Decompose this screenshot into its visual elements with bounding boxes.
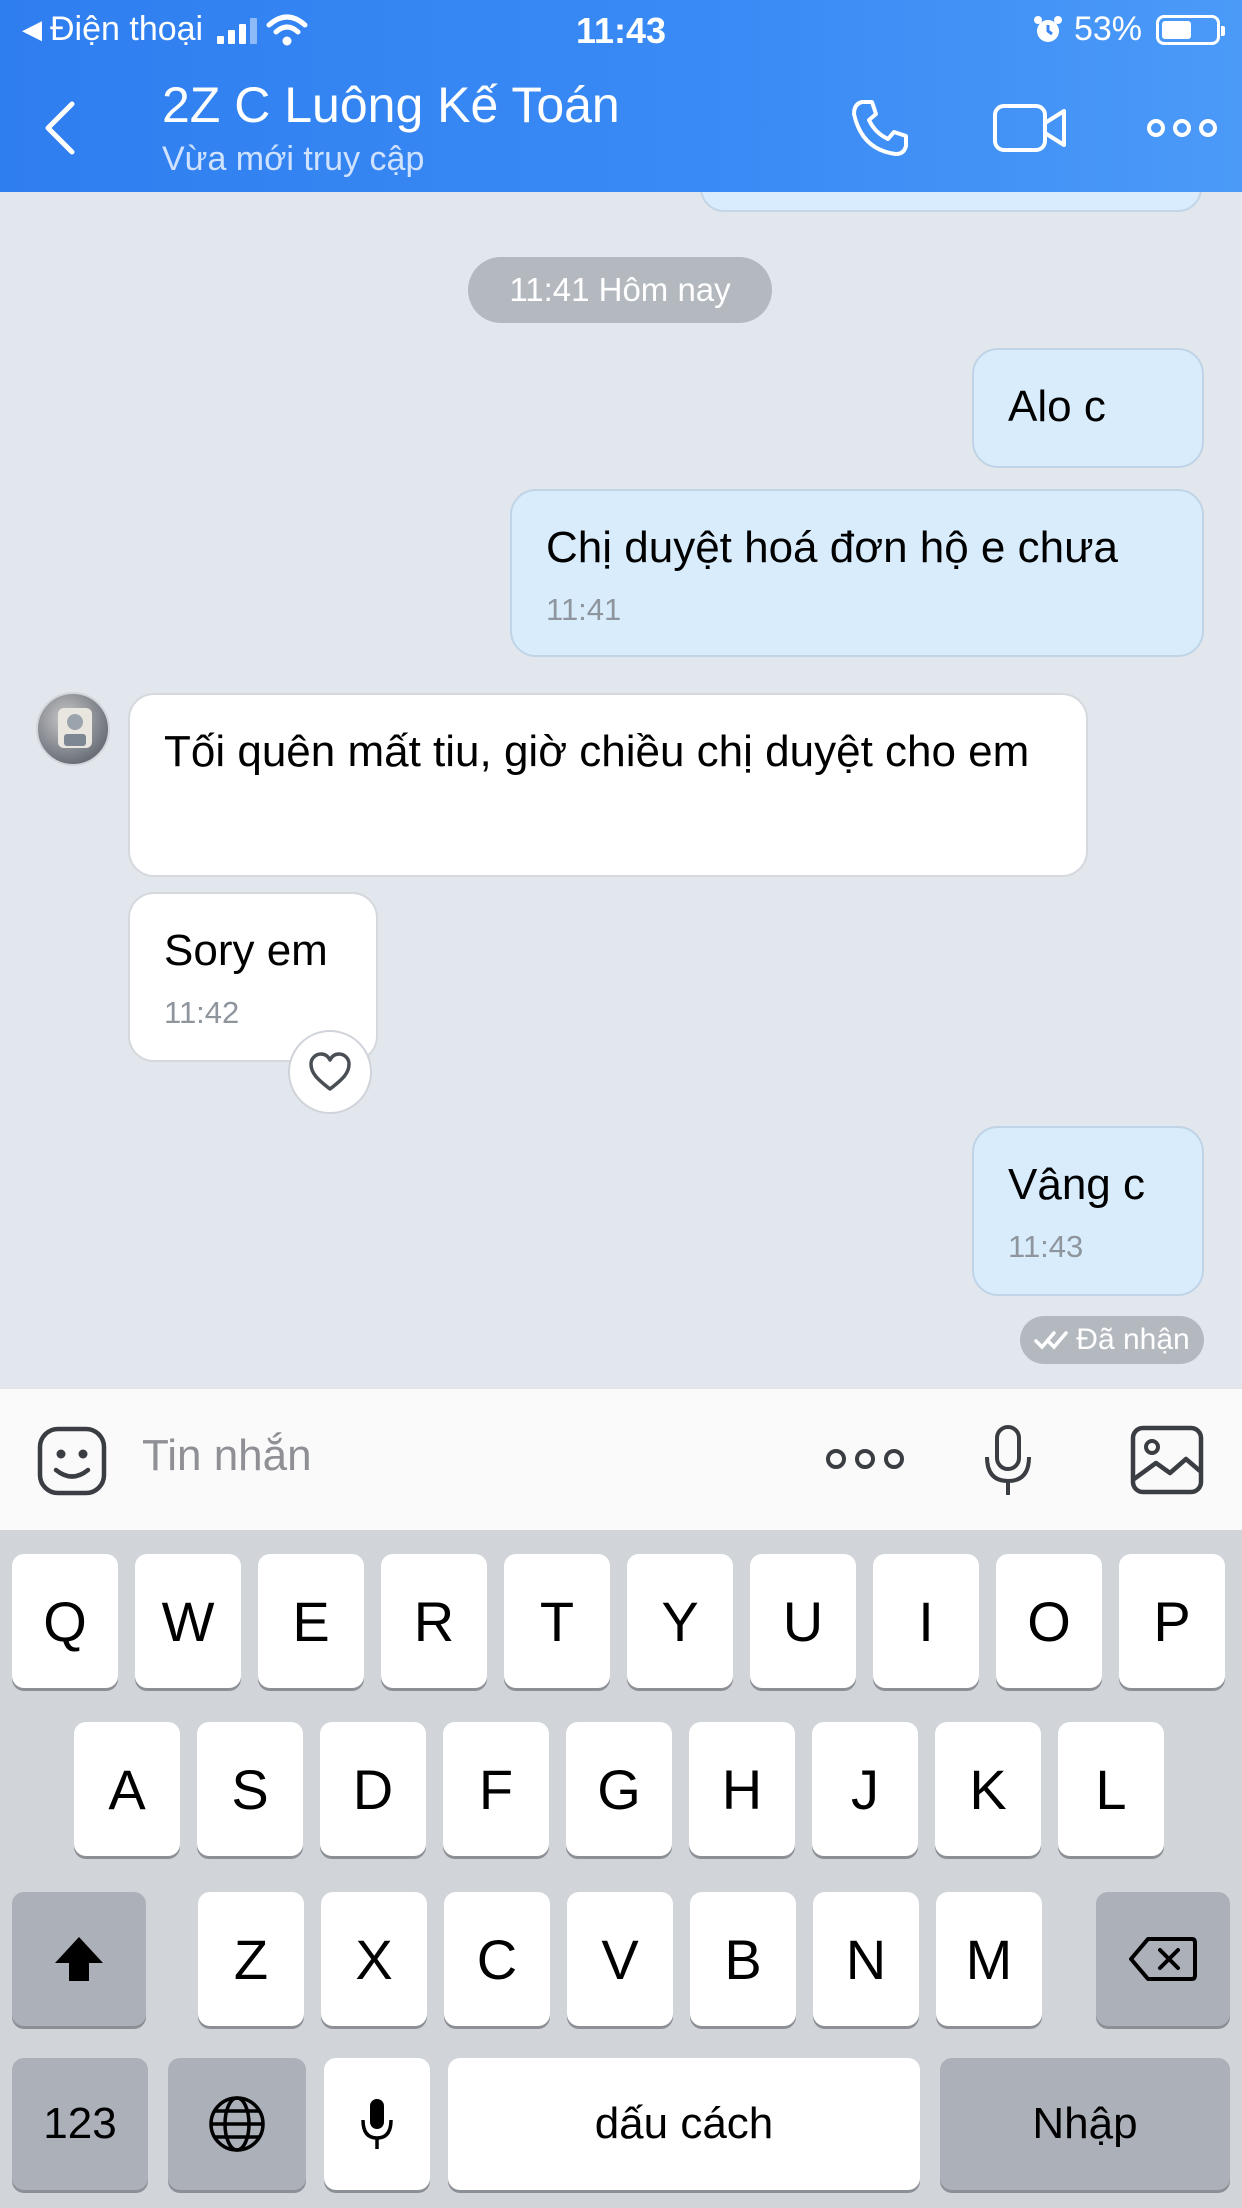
message-text: Chị duyệt hoá đơn hộ e chưa [546,523,1119,572]
key-j[interactable]: J [812,1722,918,1856]
key-r[interactable]: R [381,1554,487,1688]
image-icon[interactable] [1130,1425,1204,1495]
key-y[interactable]: Y [627,1554,733,1688]
video-camera-icon[interactable] [992,96,1068,160]
message-bubble-out[interactable]: Alo c [972,348,1204,468]
return-key[interactable]: Nhập [940,2058,1230,2190]
sticker-icon[interactable] [36,1425,108,1497]
key-f[interactable]: F [443,1722,549,1856]
key-z[interactable]: Z [198,1892,304,2026]
key-o[interactable]: O [996,1554,1102,1688]
shift-icon [55,1937,103,1981]
message-list[interactable]: 11:41 Hôm nay Alo c Chị duyệt hoá đơn hộ… [0,192,1242,1388]
delete-key[interactable] [1096,1892,1230,2026]
key-p[interactable]: P [1119,1554,1225,1688]
chat-subtitle: Vừa mới truy cập [162,140,425,178]
chat-title[interactable]: 2Z C Luông Kế Toán [162,76,620,134]
backspace-icon [1129,1937,1197,1981]
key-h[interactable]: H [689,1722,795,1856]
react-heart-button[interactable] [288,1030,372,1114]
more-icon[interactable] [1146,96,1218,160]
key-k[interactable]: K [935,1722,1041,1856]
date-divider: 11:41 Hôm nay [468,257,772,323]
key-t[interactable]: T [504,1554,610,1688]
message-input[interactable]: Tin nhắn [142,1431,312,1481]
message-text: Sory em [164,926,328,975]
key-n[interactable]: N [813,1892,919,2026]
key-u[interactable]: U [750,1554,856,1688]
key-w[interactable]: W [135,1554,241,1688]
heart-icon [309,1052,351,1091]
phone-icon[interactable] [848,96,912,160]
key-v[interactable]: V [567,1892,673,2026]
delivery-status-badge: Đã nhận [1020,1316,1204,1364]
key-q[interactable]: Q [12,1554,118,1688]
key-x[interactable]: X [321,1892,427,2026]
key-l[interactable]: L [1058,1722,1164,1856]
message-time: 11:42 [164,995,240,1030]
battery-icon [1156,14,1225,45]
globe-icon [209,2096,265,2152]
message-time: 11:43 [1008,1229,1084,1264]
key-i[interactable]: I [873,1554,979,1688]
dictation-key[interactable] [324,2058,430,2190]
delivery-status-text: Đã nhận [1076,1323,1190,1356]
message-text: Alo c [1008,382,1106,431]
globe-key[interactable] [168,2058,306,2190]
key-a[interactable]: A [74,1722,180,1856]
key-d[interactable]: D [320,1722,426,1856]
key-b[interactable]: B [690,1892,796,2026]
message-time: 11:41 [546,592,622,627]
double-check-icon [1034,1331,1069,1350]
more-icon[interactable] [824,1441,906,1477]
status-right: 53% [1032,10,1225,49]
message-input-bar: Tin nhắn [0,1388,1242,1530]
on-screen-keyboard: QWERTYUIOP ASDFGHJKL ZXCVBNM 123 dấu các… [0,1530,1242,2208]
shift-key[interactable] [12,1892,146,2026]
message-bubble-in[interactable]: Tối quên mất tiu, giờ chiều chị duyệt ch… [128,693,1088,877]
back-icon[interactable] [40,98,80,158]
status-bar: ◀ Điện thoại 11:43 53% [0,0,1242,60]
microphone-icon[interactable] [982,1423,1034,1499]
space-key[interactable]: dấu cách [448,2058,920,2190]
key-s[interactable]: S [197,1722,303,1856]
battery-percent: 53% [1073,10,1142,48]
message-bubble-out[interactable]: Chị duyệt hoá đơn hộ e chưa 11:41 [510,489,1204,657]
microphone-icon [361,2099,393,2149]
alarm-icon [1033,15,1062,42]
contact-avatar[interactable] [36,692,110,766]
chat-header: ◀ Điện thoại 11:43 53% 2Z C Luông Kế Toá [0,0,1242,192]
message-text: Vâng c [1008,1160,1145,1209]
previous-message-bubble[interactable] [700,192,1202,212]
key-e[interactable]: E [258,1554,364,1688]
message-text: Tối quên mất tiu, giờ chiều chị duyệt ch… [164,727,1030,776]
numbers-key[interactable]: 123 [12,2058,148,2190]
key-c[interactable]: C [444,1892,550,2026]
avatar-image [58,708,92,748]
key-g[interactable]: G [566,1722,672,1856]
key-m[interactable]: M [936,1892,1042,2026]
message-bubble-out[interactable]: Vâng c 11:43 [972,1126,1204,1296]
